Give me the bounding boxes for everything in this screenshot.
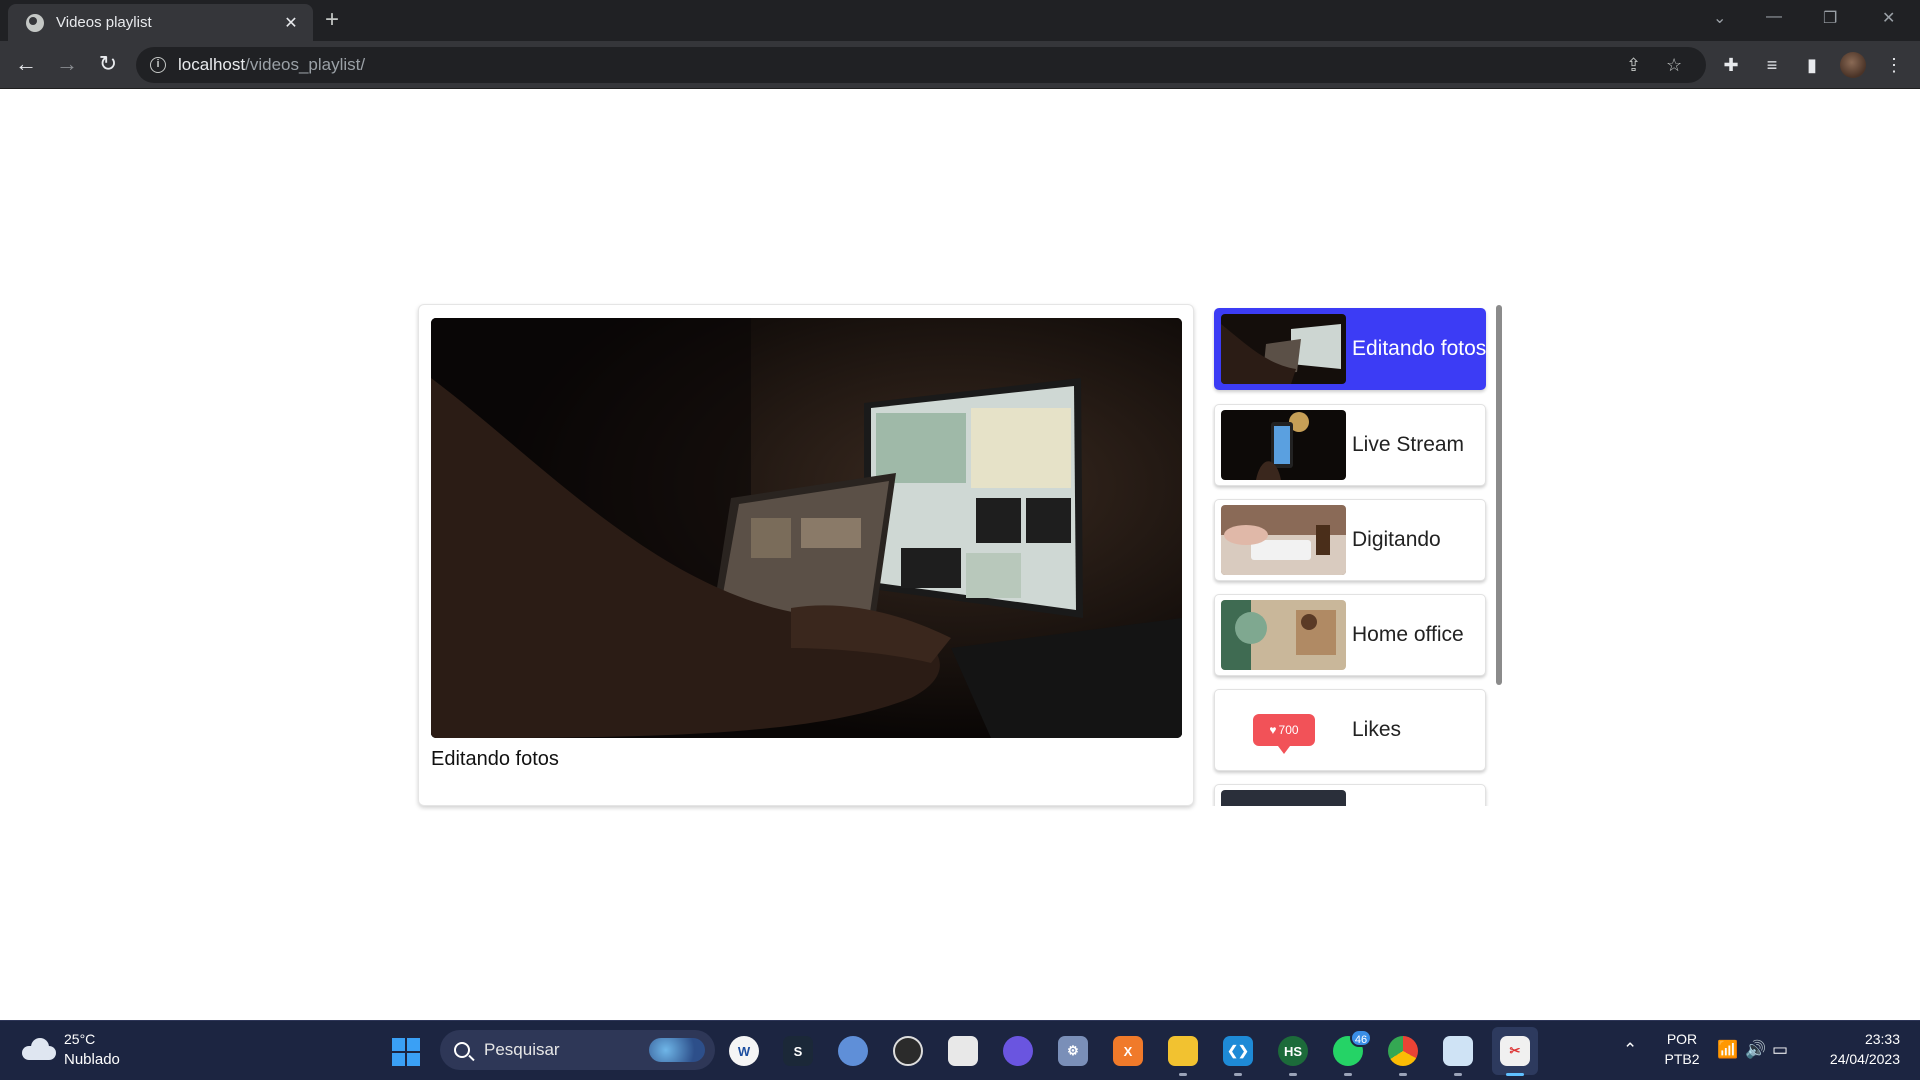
video-thumbnail: ♥ 700	[1221, 695, 1346, 765]
forward-icon[interactable]: →	[55, 53, 79, 75]
app-icon-w[interactable]: W	[729, 1036, 759, 1066]
close-tab-icon[interactable]: ✕	[281, 13, 301, 33]
search-placeholder: Pesquisar	[484, 1040, 560, 1059]
likes-badge: ♥ 700	[1253, 714, 1315, 754]
playlist-item[interactable]	[1214, 784, 1486, 806]
app-icon-chart[interactable]	[1443, 1036, 1473, 1066]
share-icon[interactable]: ⇪	[1626, 55, 1641, 76]
video-title: Editando fotos	[431, 748, 559, 770]
playlist-item[interactable]: Live Stream	[1214, 404, 1486, 486]
search-highlight-icon	[649, 1038, 705, 1062]
playlist-item-label: Editando fotos	[1352, 337, 1487, 360]
browser-tab[interactable]: Videos playlist ✕	[8, 4, 313, 41]
file-explorer-icon[interactable]	[1168, 1036, 1198, 1066]
app-icon-hs[interactable]: HS	[1278, 1036, 1308, 1066]
search-icon	[454, 1042, 470, 1058]
app-icon-blue-sphere[interactable]	[838, 1036, 868, 1066]
start-button[interactable]	[392, 1038, 420, 1066]
language-indicator[interactable]: POR	[1664, 1031, 1700, 1047]
running-indicator	[1289, 1073, 1297, 1076]
taskbar: 25°C Nublado Pesquisar W S ⚙ X ❮❯ HS 46 …	[0, 1020, 1920, 1080]
notification-badge: 46	[1350, 1029, 1372, 1047]
heart-icon: ♥	[1269, 723, 1277, 737]
settings-gear-icon[interactable]: ⚙	[1058, 1036, 1088, 1066]
playlist: Editando fotos Live Stream Digitando Hom…	[1212, 304, 1502, 806]
obs-icon[interactable]	[893, 1036, 923, 1066]
battery-icon[interactable]: ▭	[1772, 1040, 1788, 1060]
playlist-item-label: Live Stream	[1352, 433, 1465, 456]
running-indicator-active	[1506, 1073, 1524, 1076]
video-player[interactable]	[431, 318, 1182, 738]
video-thumbnail	[1221, 314, 1346, 384]
taskbar-search[interactable]: Pesquisar	[440, 1030, 715, 1070]
minimize-icon[interactable]: —	[1766, 8, 1782, 26]
url-host: localhost	[178, 55, 246, 74]
extensions-icon[interactable]: ✚	[1719, 54, 1743, 76]
restore-icon[interactable]: ❐	[1823, 8, 1837, 28]
site-info-icon[interactable]: i	[150, 57, 166, 73]
profile-avatar[interactable]	[1840, 52, 1866, 78]
video-frame-editing-photos	[431, 318, 1182, 738]
xampp-icon[interactable]: X	[1113, 1036, 1143, 1066]
clock-date[interactable]: 24/04/2023	[1810, 1051, 1900, 1067]
bookmark-star-icon[interactable]: ☆	[1666, 55, 1682, 76]
wifi-icon[interactable]: 📶	[1717, 1040, 1738, 1060]
video-thumbnail	[1221, 790, 1346, 806]
back-icon[interactable]: ←	[14, 53, 38, 75]
chrome-icon[interactable]	[1388, 1036, 1418, 1066]
playlist-item[interactable]: Editando fotos	[1214, 308, 1486, 390]
weather-temperature[interactable]: 25°C	[64, 1031, 95, 1047]
running-indicator	[1454, 1073, 1462, 1076]
playlist-scrollbar[interactable]	[1496, 305, 1502, 685]
globe-icon	[26, 13, 44, 32]
running-indicator	[1234, 1073, 1242, 1076]
playlist-item[interactable]: Digitando	[1214, 499, 1486, 581]
weather-description[interactable]: Nublado	[64, 1051, 120, 1068]
video-player-card: Editando fotos	[418, 304, 1194, 806]
playlist-item-label: Likes	[1352, 718, 1402, 741]
reload-icon[interactable]: ↻	[96, 53, 120, 75]
vscode-icon[interactable]: ❮❯	[1223, 1036, 1253, 1066]
playlist-item-label: Digitando	[1352, 528, 1441, 551]
browser-toolbar: ← → ↻ i localhost/videos_playlist/ ⇪ ☆	[0, 41, 1920, 89]
running-indicator	[1179, 1073, 1187, 1076]
browser-tab-strip: Videos playlist ✕ + ⌄ — ❐ ✕	[0, 0, 1920, 41]
snipping-tool-icon[interactable]: ✂	[1500, 1036, 1530, 1066]
video-thumbnail	[1221, 505, 1346, 575]
keyboard-layout-indicator[interactable]: PTB2	[1664, 1051, 1700, 1067]
likes-count: 700	[1278, 723, 1299, 737]
app-icon-window[interactable]	[948, 1036, 978, 1066]
tab-search-icon[interactable]: ⌄	[1713, 8, 1726, 28]
video-thumbnail	[1221, 410, 1346, 480]
playlist-item[interactable]: Home office	[1214, 594, 1486, 676]
clock-time[interactable]: 23:33	[1810, 1031, 1900, 1047]
menu-icon[interactable]: ⋮	[1882, 54, 1906, 76]
steam-icon[interactable]: S	[783, 1036, 813, 1066]
running-indicator	[1344, 1073, 1352, 1076]
close-window-icon[interactable]: ✕	[1882, 8, 1895, 28]
chevron-up-icon[interactable]: ⌃	[1623, 1040, 1637, 1060]
running-indicator	[1399, 1073, 1407, 1076]
tab-title: Videos playlist	[56, 14, 152, 31]
video-thumbnail	[1221, 600, 1346, 670]
app-icon-purple[interactable]	[1003, 1036, 1033, 1066]
playlist-item-label: Home office	[1352, 623, 1464, 646]
side-panel-icon[interactable]: ▮	[1800, 54, 1824, 76]
media-queue-icon[interactable]: ≡	[1760, 54, 1784, 76]
url-path: /videos_playlist/	[245, 55, 366, 74]
address-bar[interactable]: i localhost/videos_playlist/ ⇪ ☆	[136, 47, 1706, 83]
volume-icon[interactable]: 🔊	[1745, 1040, 1766, 1060]
playlist-item[interactable]: ♥ 700 Likes	[1214, 689, 1486, 771]
new-tab-button[interactable]: +	[325, 8, 339, 32]
cloud-icon[interactable]	[22, 1038, 56, 1060]
